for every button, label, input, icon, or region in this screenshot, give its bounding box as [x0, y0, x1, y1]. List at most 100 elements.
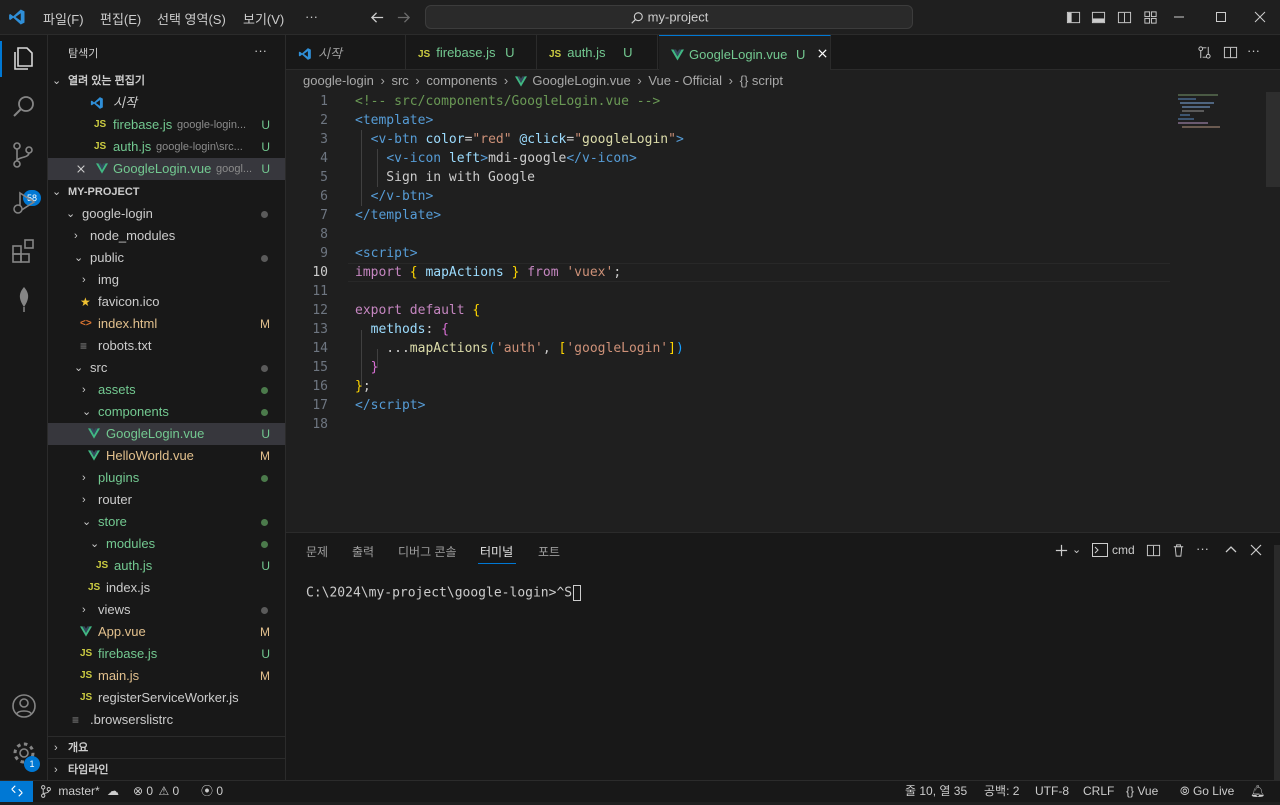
trash-icon[interactable]: [1171, 543, 1186, 558]
tab-googlelogin-vue[interactable]: GoogleLogin.vue U: [659, 35, 831, 70]
breadcrumb-item[interactable]: src: [391, 73, 408, 88]
end-of-line[interactable]: CRLF: [1083, 781, 1114, 802]
open-editor-item[interactable]: JS firebase.js google-login... U: [48, 114, 285, 136]
tree-item[interactable]: JS index.js: [48, 577, 285, 599]
open-editor-item[interactable]: 시작: [48, 92, 285, 114]
minimize-icon[interactable]: [1172, 10, 1186, 24]
split-terminal-icon[interactable]: [1146, 543, 1161, 558]
tree-item[interactable]: › img: [48, 269, 285, 291]
breadcrumb-item[interactable]: google-login: [303, 73, 374, 88]
split-editor-icon[interactable]: [1223, 45, 1238, 60]
menu-selection[interactable]: 선택 영역(S): [157, 9, 226, 28]
tree-item[interactable]: GoogleLogin.vue U: [48, 423, 285, 445]
minimap[interactable]: [1174, 92, 1270, 132]
encoding[interactable]: UTF-8: [1035, 781, 1069, 802]
tree-item[interactable]: JS firebase.js U: [48, 643, 285, 665]
compare-changes-icon[interactable]: [1197, 45, 1212, 60]
close-editor-icon[interactable]: [76, 164, 86, 174]
panel-tab-ports[interactable]: 포트: [538, 543, 560, 560]
close-panel-icon[interactable]: [1249, 543, 1263, 557]
js-file-icon: JS: [96, 560, 109, 571]
panel-tab-terminal[interactable]: 터미널: [480, 543, 513, 560]
tree-item[interactable]: App.vue M: [48, 621, 285, 643]
tree-item[interactable]: <> index.html M: [48, 313, 285, 335]
tree-item[interactable]: ⌄ google-login: [48, 203, 285, 225]
editor-scrollbar-thumb[interactable]: [1266, 92, 1280, 187]
menu-file[interactable]: 파일(F): [43, 9, 84, 28]
accounts-icon[interactable]: [8, 690, 40, 722]
search-activity-icon[interactable]: [8, 91, 40, 123]
tree-item[interactable]: ≡ .browserslistrc: [48, 709, 285, 731]
timeline-header[interactable]: › 타임라인: [48, 758, 285, 780]
tree-item[interactable]: JS main.js M: [48, 665, 285, 687]
open-editors-header[interactable]: ⌄ 열려 있는 편집기: [48, 70, 285, 92]
command-center-search[interactable]: my-project: [425, 5, 913, 29]
tree-item[interactable]: › assets: [48, 379, 285, 401]
go-live-button[interactable]: ⦾ Go Live: [1180, 781, 1234, 802]
customize-layout-icon[interactable]: [1143, 10, 1158, 25]
breadcrumb-item[interactable]: components: [426, 73, 497, 88]
menu-edit[interactable]: 편집(E): [100, 9, 141, 28]
project-header[interactable]: ⌄ MY-PROJECT: [48, 181, 285, 203]
forward-arrow-icon[interactable]: [396, 10, 411, 25]
toggle-primary-sidebar-icon[interactable]: [1066, 10, 1081, 25]
tree-item[interactable]: ⌄ store: [48, 511, 285, 533]
new-terminal-plus-icon[interactable]: [1054, 543, 1069, 558]
chevron-down-icon[interactable]: ⌄: [1072, 543, 1081, 556]
extensions-icon[interactable]: [8, 235, 40, 267]
run-debug-icon[interactable]: [8, 187, 40, 219]
breadcrumb-item[interactable]: {} script: [740, 73, 783, 88]
tree-item[interactable]: › node_modules: [48, 225, 285, 247]
branch-indicator[interactable]: master* ☁: [40, 781, 119, 802]
sidebar-more-actions[interactable]: ···: [254, 43, 267, 58]
tree-item[interactable]: ★ favicon.ico: [48, 291, 285, 313]
breadcrumb-item[interactable]: Vue - Official: [648, 73, 722, 88]
breadcrumb-item[interactable]: GoogleLogin.vue: [532, 73, 630, 88]
tab-firebase-js[interactable]: JS firebase.js U: [406, 35, 537, 70]
explorer-icon[interactable]: [8, 43, 40, 75]
close-tab-icon[interactable]: [817, 47, 828, 62]
maximize-icon[interactable]: [1214, 10, 1228, 24]
toggle-panel-icon[interactable]: [1091, 10, 1106, 25]
tab-start[interactable]: 시작: [286, 35, 406, 70]
terminal-shell-name[interactable]: cmd: [1112, 543, 1135, 557]
toggle-secondary-sidebar-icon[interactable]: [1117, 10, 1132, 25]
notifications-bell-icon[interactable]: 🔔︎: [1250, 781, 1265, 802]
menu-more[interactable]: ···: [305, 9, 318, 24]
ports-indicator[interactable]: ⦿ 0: [201, 781, 223, 802]
back-arrow-icon[interactable]: [370, 10, 385, 25]
language-mode[interactable]: {} Vue: [1126, 781, 1158, 802]
tree-item[interactable]: › views: [48, 599, 285, 621]
cursor-position[interactable]: 줄 10, 열 35: [905, 781, 967, 802]
tree-item[interactable]: ⌄ public: [48, 247, 285, 269]
menu-view[interactable]: 보기(V): [243, 9, 284, 28]
indentation[interactable]: 공백: 2: [984, 781, 1019, 802]
problems-indicator[interactable]: ⊗ 0 ⚠ 0: [133, 781, 179, 802]
tree-item[interactable]: HelloWorld.vue M: [48, 445, 285, 467]
panel-more-actions[interactable]: ···: [1196, 541, 1209, 556]
open-editor-item[interactable]: JS auth.js google-login\src... U: [48, 136, 285, 158]
panel-tab-debug-console[interactable]: 디버그 콘솔: [398, 543, 457, 560]
tree-item[interactable]: ⌄ components: [48, 401, 285, 423]
remote-indicator[interactable]: [0, 781, 33, 802]
editor-more-actions[interactable]: ···: [1247, 43, 1260, 58]
terminal-output[interactable]: C:\2024\my-project\google-login>^S: [306, 585, 582, 601]
tree-item[interactable]: JS auth.js U: [48, 555, 285, 577]
code-editor[interactable]: 1 2 3 4 5 6 7 8 9 10 11 12 13 14 15 16 17 18 <!-- src/com…: [286, 92, 1280, 532]
open-editor-item[interactable]: GoogleLogin.vue googl... U: [48, 158, 285, 180]
tree-item[interactable]: ⌄ src: [48, 357, 285, 379]
close-window-icon[interactable]: [1253, 10, 1267, 24]
source-control-icon[interactable]: [8, 139, 40, 171]
maximize-panel-chevron-up-icon[interactable]: [1224, 543, 1238, 557]
outline-header[interactable]: › 개요: [48, 736, 285, 758]
tree-item[interactable]: › plugins: [48, 467, 285, 489]
open-editor-name: 시작: [113, 95, 137, 110]
tree-item[interactable]: ≡ robots.txt: [48, 335, 285, 357]
panel-tab-problems[interactable]: 문제: [306, 543, 328, 560]
tree-item[interactable]: ⌄ modules: [48, 533, 285, 555]
tab-auth-js[interactable]: JS auth.js U: [537, 35, 658, 70]
mongodb-leaf-icon[interactable]: [8, 283, 40, 315]
tree-item[interactable]: JS registerServiceWorker.js: [48, 687, 285, 709]
tree-item[interactable]: › router: [48, 489, 285, 511]
panel-tab-output[interactable]: 출력: [352, 543, 374, 560]
